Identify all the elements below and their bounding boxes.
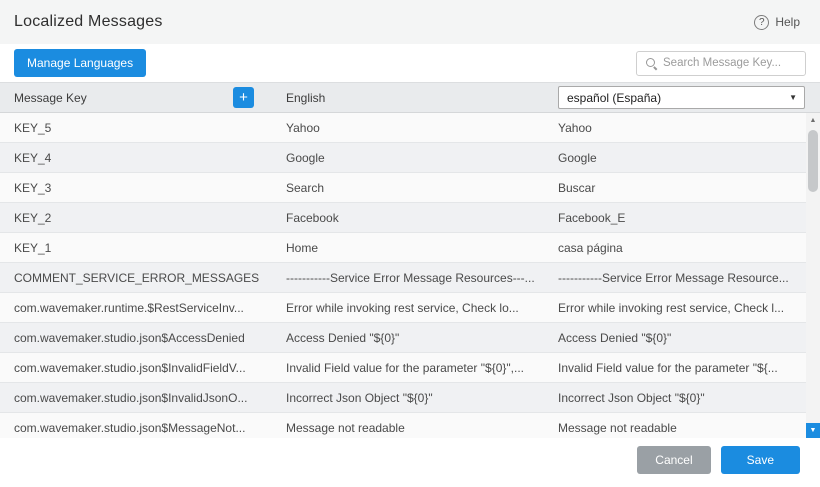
- search-box[interactable]: [636, 51, 806, 76]
- cell-english[interactable]: Search: [272, 181, 548, 195]
- cell-translation[interactable]: Yahoo: [548, 121, 806, 135]
- cell-translation[interactable]: casa página: [548, 241, 806, 255]
- plus-icon: +: [239, 90, 248, 105]
- cell-translation[interactable]: -----------Service Error Message Resourc…: [548, 271, 806, 285]
- cell-english[interactable]: Yahoo: [272, 121, 548, 135]
- cell-english[interactable]: -----------Service Error Message Resourc…: [272, 271, 548, 285]
- cell-key[interactable]: KEY_3: [0, 181, 272, 195]
- cell-translation[interactable]: Facebook_E: [548, 211, 806, 225]
- cell-english[interactable]: Facebook: [272, 211, 548, 225]
- cell-key[interactable]: KEY_5: [0, 121, 272, 135]
- cell-key[interactable]: KEY_1: [0, 241, 272, 255]
- help-button[interactable]: ? Help: [754, 15, 800, 30]
- table-row[interactable]: com.wavemaker.studio.json$MessageNot...M…: [0, 413, 806, 438]
- save-button[interactable]: Save: [721, 446, 800, 474]
- table-row[interactable]: KEY_5YahooYahoo: [0, 113, 806, 143]
- scroll-down-button[interactable]: ▼: [806, 423, 820, 438]
- cell-key[interactable]: com.wavemaker.studio.json$InvalidFieldV.…: [0, 361, 272, 375]
- page-title: Localized Messages: [14, 13, 163, 31]
- cancel-button[interactable]: Cancel: [637, 446, 710, 474]
- column-header-english: English: [272, 91, 548, 105]
- manage-languages-button[interactable]: Manage Languages: [14, 49, 146, 77]
- cell-translation[interactable]: Buscar: [548, 181, 806, 195]
- table-row[interactable]: com.wavemaker.studio.json$AccessDeniedAc…: [0, 323, 806, 353]
- cell-key[interactable]: KEY_4: [0, 151, 272, 165]
- table-body: KEY_5YahooYahooKEY_4GoogleGoogleKEY_3Sea…: [0, 113, 820, 438]
- search-input[interactable]: [663, 57, 797, 69]
- cell-key[interactable]: KEY_2: [0, 211, 272, 225]
- table-header: Message Key + English español (España) ▼: [0, 82, 820, 113]
- cell-translation[interactable]: Message not readable: [548, 421, 806, 435]
- cell-translation[interactable]: Invalid Field value for the parameter "$…: [548, 361, 806, 375]
- footer: Cancel Save: [0, 438, 820, 487]
- cell-key[interactable]: COMMENT_SERVICE_ERROR_MESSAGES: [0, 271, 272, 285]
- english-label: English: [286, 91, 325, 105]
- table-row[interactable]: KEY_2FacebookFacebook_E: [0, 203, 806, 233]
- language-select-value: español (España): [567, 91, 661, 105]
- column-header-message-key: Message Key +: [0, 87, 272, 108]
- titlebar: Localized Messages ? Help: [0, 0, 820, 44]
- add-key-button[interactable]: +: [233, 87, 254, 108]
- cell-translation[interactable]: Google: [548, 151, 806, 165]
- cell-translation[interactable]: Error while invoking rest service, Check…: [548, 301, 806, 315]
- table-row[interactable]: COMMENT_SERVICE_ERROR_MESSAGES----------…: [0, 263, 806, 293]
- cell-english[interactable]: Access Denied "${0}": [272, 331, 548, 345]
- cell-english[interactable]: Invalid Field value for the parameter "$…: [272, 361, 548, 375]
- cell-english[interactable]: Error while invoking rest service, Check…: [272, 301, 548, 315]
- cell-key[interactable]: com.wavemaker.studio.json$MessageNot...: [0, 421, 272, 435]
- cell-key[interactable]: com.wavemaker.studio.json$InvalidJsonO..…: [0, 391, 272, 405]
- table-row[interactable]: KEY_3SearchBuscar: [0, 173, 806, 203]
- chevron-down-icon: ▼: [789, 93, 797, 102]
- message-key-label: Message Key: [14, 91, 87, 105]
- cell-translation[interactable]: Access Denied "${0}": [548, 331, 806, 345]
- toolbar: Manage Languages: [0, 44, 820, 82]
- help-label: Help: [775, 15, 800, 29]
- help-icon: ?: [754, 15, 769, 30]
- table-row[interactable]: KEY_4GoogleGoogle: [0, 143, 806, 173]
- language-select[interactable]: español (España) ▼: [558, 86, 805, 109]
- column-header-language: español (España) ▼: [548, 86, 820, 109]
- table-row[interactable]: com.wavemaker.studio.json$InvalidFieldV.…: [0, 353, 806, 383]
- search-icon: [645, 57, 657, 69]
- cell-english[interactable]: Message not readable: [272, 421, 548, 435]
- cell-translation[interactable]: Incorrect Json Object "${0}": [548, 391, 806, 405]
- cell-key[interactable]: com.wavemaker.studio.json$AccessDenied: [0, 331, 272, 345]
- table-body-wrap: KEY_5YahooYahooKEY_4GoogleGoogleKEY_3Sea…: [0, 113, 820, 438]
- cell-english[interactable]: Google: [272, 151, 548, 165]
- table-row[interactable]: KEY_1Homecasa página: [0, 233, 806, 263]
- cell-key[interactable]: com.wavemaker.runtime.$RestServiceInv...: [0, 301, 272, 315]
- scroll-up-button[interactable]: ▲: [806, 113, 820, 128]
- cell-english[interactable]: Incorrect Json Object "${0}": [272, 391, 548, 405]
- scrollbar[interactable]: ▲ ▼: [806, 113, 820, 438]
- scrollbar-thumb[interactable]: [808, 130, 818, 192]
- cell-english[interactable]: Home: [272, 241, 548, 255]
- table-row[interactable]: com.wavemaker.runtime.$RestServiceInv...…: [0, 293, 806, 323]
- table-row[interactable]: com.wavemaker.studio.json$InvalidJsonO..…: [0, 383, 806, 413]
